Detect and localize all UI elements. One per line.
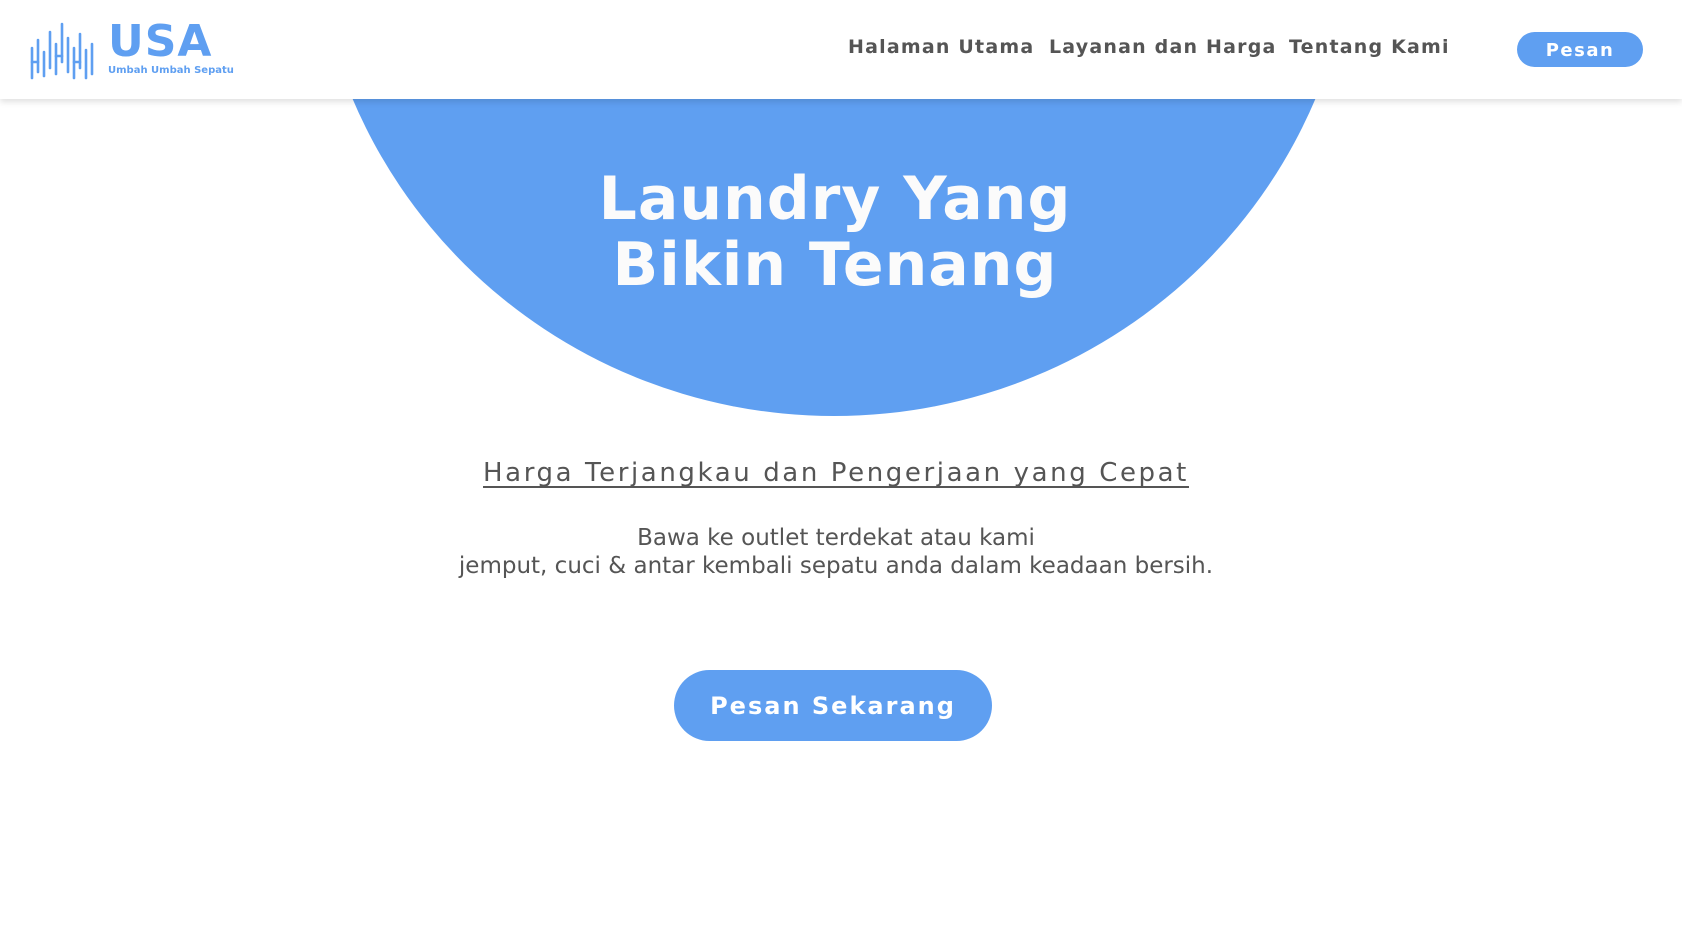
hero-title: Laundry Yang Bikin Tenang bbox=[0, 166, 1670, 298]
subtitle: Harga Terjangkau dan Pengerjaan yang Cep… bbox=[0, 458, 1672, 488]
brand-tagline: Umbah Umbah Sepatu bbox=[108, 65, 234, 76]
waveform-bars-icon bbox=[30, 22, 94, 80]
navbar: USA Umbah Umbah Sepatu Halaman Utama Lay… bbox=[0, 0, 1682, 99]
nav-link-about[interactable]: Tentang Kami bbox=[1289, 36, 1450, 58]
hero-title-line-1: Laundry Yang bbox=[598, 164, 1072, 234]
brand-name: USA bbox=[108, 16, 213, 67]
hero-title-line-2: Bikin Tenang bbox=[612, 230, 1058, 300]
order-button[interactable]: Pesan bbox=[1517, 32, 1643, 67]
brand-logo[interactable]: USA Umbah Umbah Sepatu bbox=[30, 16, 234, 80]
nav-link-home[interactable]: Halaman Utama bbox=[848, 36, 1034, 58]
description-line-2: jemput, cuci & antar kembali sepatu anda… bbox=[458, 553, 1214, 579]
nav-link-services-pricing[interactable]: Layanan dan Harga bbox=[1049, 36, 1277, 58]
landing-page: USA Umbah Umbah Sepatu Halaman Utama Lay… bbox=[0, 0, 1682, 946]
subtitle-text: Harga Terjangkau dan Pengerjaan yang Cep… bbox=[483, 458, 1189, 488]
description: Bawa ke outlet terdekat atau kami jemput… bbox=[0, 524, 1672, 580]
description-line-1: Bawa ke outlet terdekat atau kami bbox=[637, 525, 1035, 551]
order-now-button[interactable]: Pesan Sekarang bbox=[674, 670, 992, 741]
